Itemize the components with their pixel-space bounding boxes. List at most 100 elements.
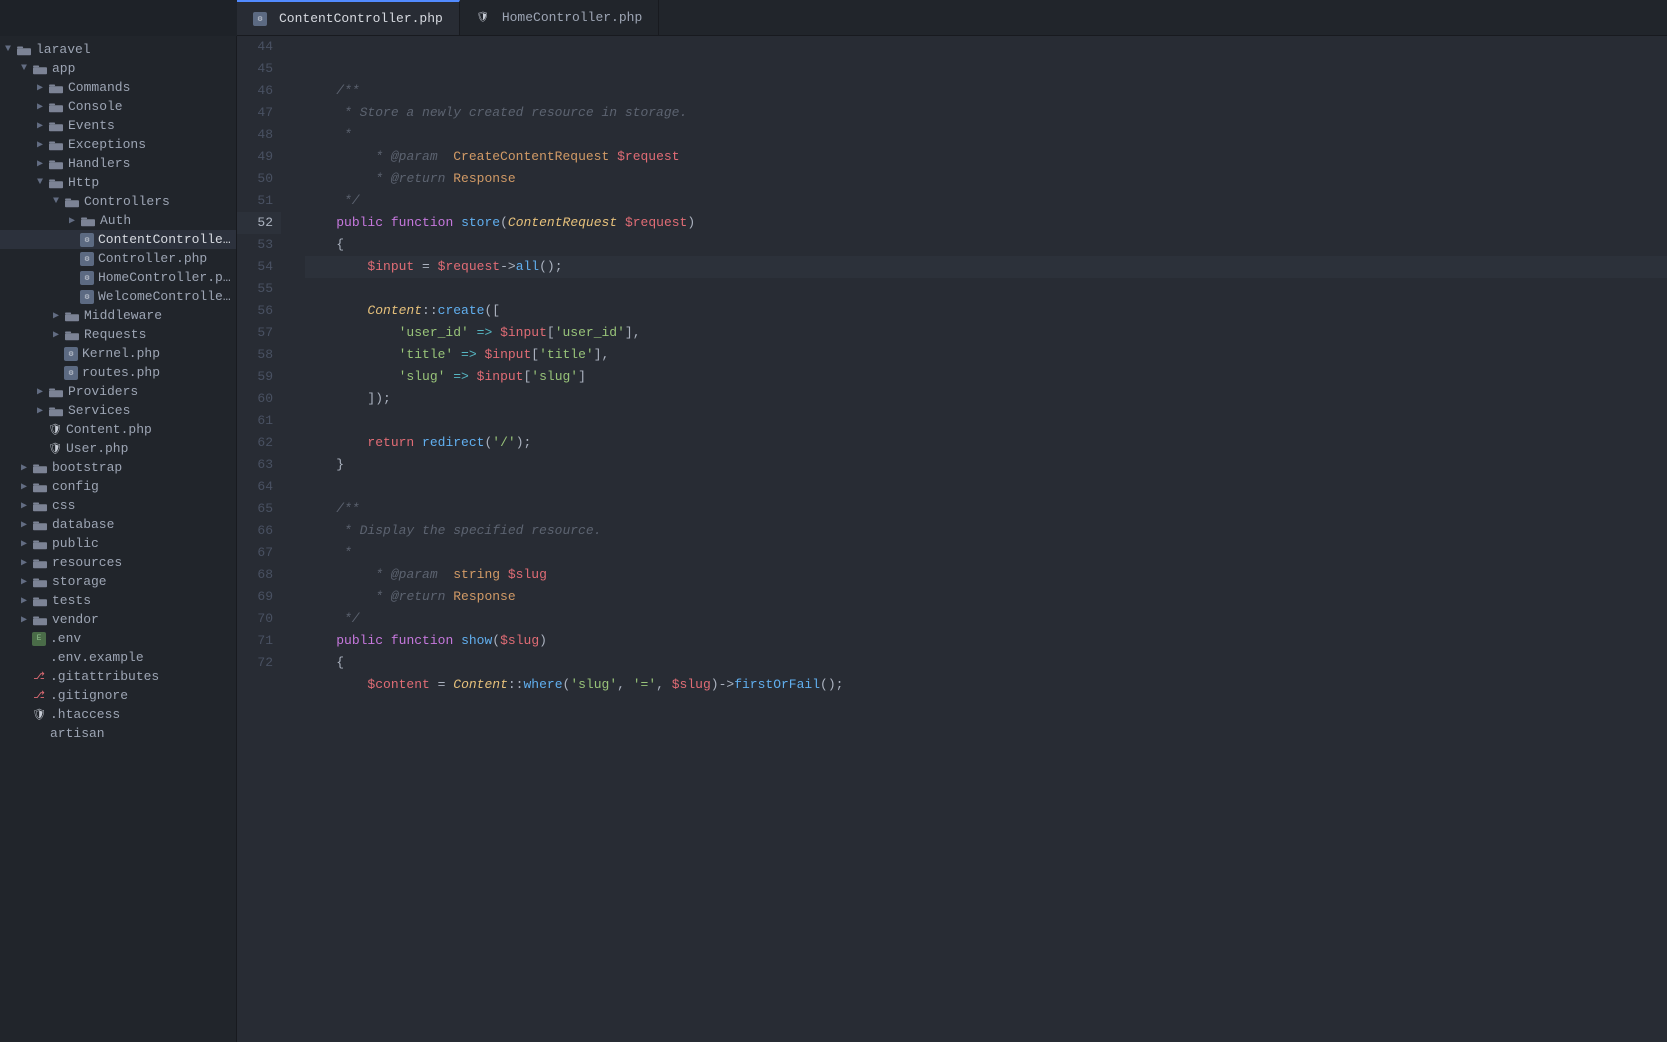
php-file-icon: ⚙ xyxy=(80,271,94,285)
sidebar-item-storage[interactable]: ▶ storage xyxy=(0,572,236,591)
line-number: 44 xyxy=(237,36,281,58)
sidebar-item-label: routes.php xyxy=(82,365,236,380)
line-number: 65 xyxy=(237,498,281,520)
sidebar-item-laravel[interactable]: ▼ laravel xyxy=(0,40,236,59)
sidebar-item-homecontroller[interactable]: ⚙ HomeController.php xyxy=(0,268,236,287)
folder-arrow-icon: ▶ xyxy=(32,139,48,151)
code-line xyxy=(305,278,1667,300)
sidebar-item-gitattributes[interactable]: ⎇.gitattributes xyxy=(0,667,236,686)
folder-icon xyxy=(32,480,48,494)
sidebar-item-config[interactable]: ▶ config xyxy=(0,477,236,496)
line-number: 70 xyxy=(237,608,281,630)
sidebar-item-kernel[interactable]: ⚙Kernel.php xyxy=(0,344,236,363)
sidebar-item-label: config xyxy=(52,479,236,494)
sidebar-item-app[interactable]: ▼ app xyxy=(0,59,236,78)
sidebar-item-label: Middleware xyxy=(84,308,236,323)
editor[interactable]: 4445464748495051525354555657585960616263… xyxy=(237,36,1667,1042)
sidebar-item-label: Requests xyxy=(84,327,236,342)
folder-arrow-icon: ▶ xyxy=(16,576,32,588)
code-line: * @return Response xyxy=(305,586,1667,608)
php-file-icon: ⚙ xyxy=(64,366,78,380)
sidebar-item-commands[interactable]: ▶ Commands xyxy=(0,78,236,97)
sidebar-item-artisan[interactable]: artisan xyxy=(0,724,236,743)
code-line: 'title' => $input['title'], xyxy=(305,344,1667,366)
sidebar-item-envexample[interactable]: .env.example xyxy=(0,648,236,667)
tab-home-controller[interactable]: 🛡 HomeController.php xyxy=(460,0,659,35)
line-number: 54 xyxy=(237,256,281,278)
sidebar-item-css[interactable]: ▶ css xyxy=(0,496,236,515)
folder-arrow-icon: ▶ xyxy=(48,329,64,341)
sidebar-item-welcomecontroller[interactable]: ⚙WelcomeController.php xyxy=(0,287,236,306)
sidebar-item-controllers[interactable]: ▼ Controllers xyxy=(0,192,236,211)
sidebar-item-contentphp[interactable]: 🛡Content.php xyxy=(0,420,236,439)
sidebar-item-label: app xyxy=(52,61,236,76)
folder-arrow-icon: ▶ xyxy=(16,481,32,493)
folder-arrow-icon: ▼ xyxy=(16,63,32,74)
code-content: /** * Store a newly created resource in … xyxy=(289,36,1667,1042)
line-number: 48 xyxy=(237,124,281,146)
line-number: 52 xyxy=(237,212,281,234)
line-number: 49 xyxy=(237,146,281,168)
sidebar-item-requests[interactable]: ▶ Requests xyxy=(0,325,236,344)
php-file-icon: ⚙ xyxy=(80,233,94,247)
shield-icon: 🛡 xyxy=(476,11,490,25)
sidebar-item-vendor[interactable]: ▶ vendor xyxy=(0,610,236,629)
folder-icon xyxy=(64,328,80,342)
sidebar-item-routes[interactable]: ⚙ routes.php xyxy=(0,363,236,382)
sidebar-item-exceptions[interactable]: ▶ Exceptions xyxy=(0,135,236,154)
folder-arrow-icon: ▼ xyxy=(32,177,48,188)
sidebar-item-auth[interactable]: ▶ Auth xyxy=(0,211,236,230)
sidebar-item-label: Auth xyxy=(100,213,236,228)
folder-icon xyxy=(48,81,64,95)
sidebar-item-contentcontroller[interactable]: ⚙ ContentController.php xyxy=(0,230,236,249)
sidebar-item-label: .htaccess xyxy=(50,707,236,722)
sidebar-item-envfile[interactable]: E.env xyxy=(0,629,236,648)
sidebar-item-console[interactable]: ▶ Console xyxy=(0,97,236,116)
folder-icon xyxy=(48,138,64,152)
sidebar-item-label: Providers xyxy=(68,384,236,399)
env-file-icon: E xyxy=(32,632,46,646)
shield-file-icon: 🛡 xyxy=(32,708,46,722)
code-line: * @param string $slug xyxy=(305,564,1667,586)
sidebar-item-public[interactable]: ▶ public xyxy=(0,534,236,553)
folder-icon xyxy=(48,385,64,399)
sidebar-item-events[interactable]: ▶ Events xyxy=(0,116,236,135)
sidebar-item-middleware[interactable]: ▶ Middleware xyxy=(0,306,236,325)
folder-icon xyxy=(32,594,48,608)
sidebar-item-tests[interactable]: ▶ tests xyxy=(0,591,236,610)
sidebar-item-controller[interactable]: ⚙Controller.php xyxy=(0,249,236,268)
line-number: 62 xyxy=(237,432,281,454)
folder-arrow-icon: ▶ xyxy=(32,405,48,417)
sidebar-item-label: HomeController.php xyxy=(98,270,236,285)
folder-icon xyxy=(64,309,80,323)
sidebar-item-label: resources xyxy=(52,555,236,570)
folder-arrow-icon: ▼ xyxy=(0,44,16,55)
sidebar-item-bootstrap[interactable]: ▶ bootstrap xyxy=(0,458,236,477)
sidebar-item-handlers[interactable]: ▶ Handlers xyxy=(0,154,236,173)
line-number: 64 xyxy=(237,476,281,498)
sidebar-item-label: Handlers xyxy=(68,156,236,171)
code-line: $input = $request->all(); xyxy=(305,256,1667,278)
folder-icon xyxy=(48,404,64,418)
sidebar-item-http[interactable]: ▼ Http xyxy=(0,173,236,192)
line-number: 69 xyxy=(237,586,281,608)
sidebar-item-database[interactable]: ▶ database xyxy=(0,515,236,534)
sidebar-item-providers[interactable]: ▶ Providers xyxy=(0,382,236,401)
sidebar-item-gitignore[interactable]: ⎇.gitignore xyxy=(0,686,236,705)
folder-icon xyxy=(32,537,48,551)
sidebar-item-htaccess[interactable]: 🛡 .htaccess xyxy=(0,705,236,724)
sidebar-item-label: artisan xyxy=(50,726,236,741)
git-file-icon: ⎇ xyxy=(32,670,46,684)
tab-content-controller[interactable]: ⚙ ContentController.php xyxy=(237,0,460,35)
sidebar-item-services[interactable]: ▶ Services xyxy=(0,401,236,420)
folder-arrow-icon: ▶ xyxy=(32,158,48,170)
folder-icon xyxy=(32,499,48,513)
folder-icon xyxy=(32,613,48,627)
line-number: 59 xyxy=(237,366,281,388)
sidebar-item-label: ContentController.php xyxy=(98,232,236,247)
sidebar-item-resources[interactable]: ▶ resources xyxy=(0,553,236,572)
line-number: 63 xyxy=(237,454,281,476)
code-line: */ xyxy=(305,608,1667,630)
sidebar-item-userphp[interactable]: 🛡User.php xyxy=(0,439,236,458)
folder-icon xyxy=(48,176,64,190)
